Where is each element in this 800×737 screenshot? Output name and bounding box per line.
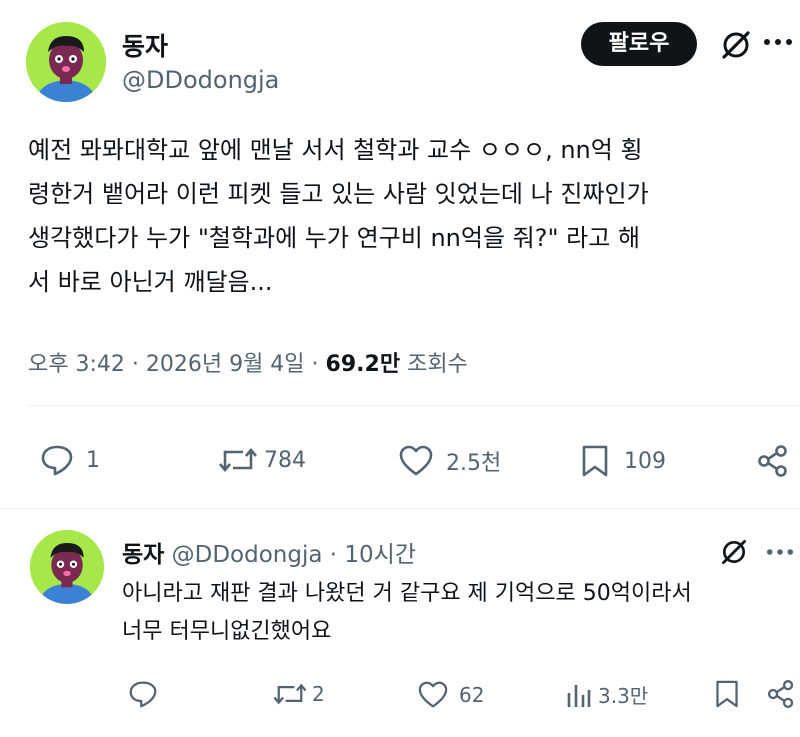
views-label: 조회수 [407,352,468,377]
post-body-line: 령한거 뱉어라 이런 피켓 들고 있는 사람 잇었는데 나 진짜인가 [28,180,649,208]
share-button[interactable] [766,679,796,709]
views-count: 69.2만 [325,352,401,377]
timestamp[interactable]: 오후 3:42 · 2026년 9월 4일 · [28,352,319,377]
reply-body-line: 너무 터무니없긴했어요 [122,619,332,644]
avatar[interactable] [26,22,106,102]
grok-slash-icon[interactable] [719,537,749,567]
repost-button[interactable]: 784 [218,445,306,475]
reply-body: 아니라고 재판 결과 나왔던 거 같구요 제 기억으로 50억이라서 너무 터무… [122,575,692,651]
repost-icon [218,445,258,475]
reply-button[interactable]: 1 [40,444,100,476]
more-horizontal-icon[interactable] [763,36,793,48]
like-count: 62 [459,683,485,707]
views-button[interactable]: 3.3만 [566,680,648,709]
avatar[interactable] [30,530,104,604]
post-body: 예전 뫄뫄대학교 앞에 맨날 서서 철학과 교수 ㅇㅇㅇ, nn억 횡 령한거 … [28,128,649,304]
bookmark-button[interactable] [714,679,740,709]
display-name[interactable]: 동자 [122,542,164,568]
more-horizontal-icon[interactable] [766,546,794,558]
reply-button[interactable] [128,680,166,708]
reply-header: 동자 @DDodongja · 10시간 [122,535,416,569]
divider [28,405,800,406]
like-count: 2.5천 [446,451,502,476]
reply-count: 1 [86,447,100,473]
reply-body-line: 아니라고 재판 결과 나왔던 거 같구요 제 기억으로 50억이라서 [122,581,692,606]
reply-time[interactable]: · 10시간 [330,542,416,568]
display-name[interactable]: 동자 [122,27,168,63]
heart-icon [417,681,449,709]
like-button[interactable]: 62 [417,681,484,709]
post-body-line: 예전 뫄뫄대학교 앞에 맨날 서서 철학과 교수 ㅇㅇㅇ, nn억 횡 [28,136,643,164]
heart-icon [398,445,434,477]
speech-bubble-icon [40,444,74,476]
share-button[interactable] [756,444,790,478]
divider [0,508,800,509]
repost-button[interactable]: 2 [272,681,325,707]
bookmark-icon [714,679,740,709]
repost-count: 784 [264,447,306,473]
handle[interactable]: @DDodongja [122,66,279,94]
like-button[interactable]: 2.5천 [398,445,501,477]
grok-slash-icon[interactable] [719,28,753,62]
share-icon [766,679,796,709]
speech-bubble-icon [128,680,158,708]
views-count: 3.3만 [598,684,649,708]
post-body-line: 서 바로 아닌거 깨달음... [28,268,273,296]
bar-chart-icon [566,681,592,709]
bookmark-button[interactable]: 109 [580,444,666,478]
handle[interactable]: @DDodongja [172,542,323,568]
post-body-line: 생각했다가 누가 "철학과에 누가 연구비 nn억을 줘?" 라고 해 [28,224,641,252]
repost-icon [272,681,308,707]
follow-button[interactable]: 팔로우 [581,22,697,66]
bookmark-count: 109 [624,448,666,474]
bookmark-icon [580,444,610,478]
post-meta: 오후 3:42 · 2026년 9월 4일 · 69.2만 조회수 [28,346,468,378]
share-icon [756,444,790,478]
repost-count: 2 [312,682,325,706]
